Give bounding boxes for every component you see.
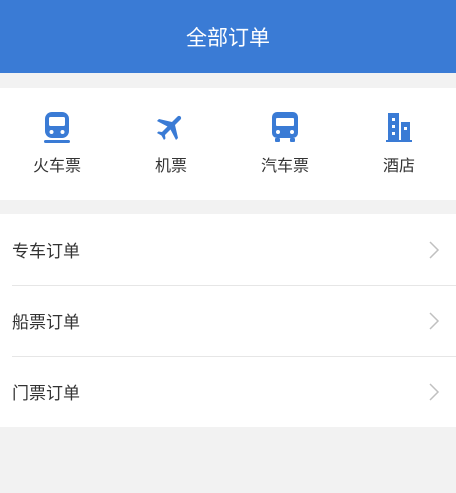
app-header: 全部订单 — [0, 0, 456, 73]
category-label: 火车票 — [32, 156, 81, 175]
category-flight[interactable]: 机票 — [114, 88, 228, 200]
bus-icon — [267, 109, 303, 145]
order-label: 门票订单 — [12, 384, 80, 404]
category-hotel[interactable]: 酒店 — [342, 88, 456, 200]
chevron-right-icon — [428, 382, 440, 402]
order-label: 船票订单 — [12, 313, 80, 333]
order-row-ship[interactable]: 船票订单 — [0, 285, 456, 356]
hotel-icon — [381, 109, 417, 145]
page-title: 全部订单 — [186, 25, 270, 50]
category-bar: 火车票 机票 汽车票 酒店 — [0, 88, 456, 200]
airplane-icon — [153, 109, 189, 145]
order-row-ticket[interactable]: 门票订单 — [0, 356, 456, 427]
order-list: 专车订单 船票订单 门票订单 — [0, 214, 456, 427]
category-label: 汽车票 — [260, 156, 309, 175]
order-label: 专车订单 — [12, 242, 80, 262]
chevron-right-icon — [428, 311, 440, 331]
order-row-car[interactable]: 专车订单 — [0, 214, 456, 285]
category-train[interactable]: 火车票 — [0, 88, 114, 200]
category-label: 机票 — [154, 156, 187, 175]
category-bus[interactable]: 汽车票 — [228, 88, 342, 200]
train-icon — [39, 109, 75, 145]
category-label: 酒店 — [382, 156, 415, 175]
chevron-right-icon — [428, 240, 440, 260]
